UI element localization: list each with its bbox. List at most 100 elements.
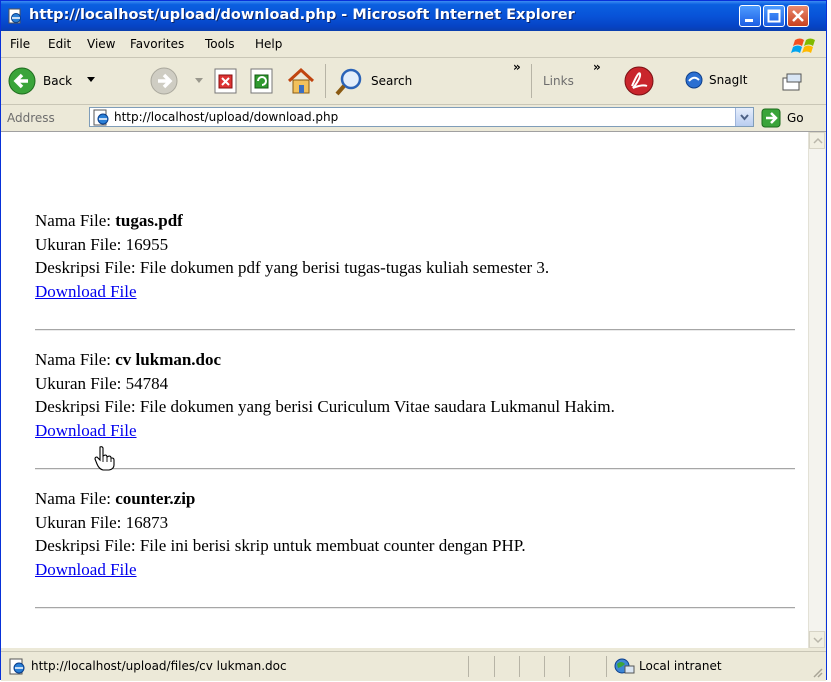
snagit-icon (685, 71, 703, 89)
menu-help[interactable]: Help (255, 37, 282, 51)
maximize-button[interactable] (763, 5, 785, 27)
file-size-line: Ukuran File: 16873 (35, 511, 526, 535)
file-name-line: Nama File: tugas.pdf (35, 209, 549, 233)
file-desc-line: Deskripsi File: File dokumen yang berisi… (35, 395, 615, 419)
address-bar: Address http://localhost/upload/download… (1, 105, 826, 132)
file-entry: Nama File: tugas.pdf Ukuran File: 16955 … (35, 209, 549, 303)
vertical-scrollbar[interactable] (808, 132, 825, 648)
status-divider (569, 656, 570, 677)
scroll-up-button[interactable] (809, 132, 825, 149)
download-link[interactable]: Download File (35, 421, 137, 440)
maximize-icon (767, 9, 781, 23)
menu-favorites[interactable]: Favorites (130, 37, 184, 51)
close-button[interactable] (787, 5, 809, 27)
resize-grip-icon[interactable] (811, 666, 823, 678)
divider (35, 468, 795, 470)
file-name: counter.zip (115, 489, 196, 508)
content-left-margin (1, 132, 19, 648)
file-name: cv lukman.doc (115, 350, 222, 369)
file-desc-label: Deskripsi File: (35, 397, 140, 416)
download-link[interactable]: Download File (35, 560, 137, 579)
menu-file[interactable]: File (10, 37, 30, 51)
file-size-label: Ukuran File: (35, 512, 126, 532)
chevron-down-icon (813, 637, 823, 644)
window-title: http://localhost/upload/download.php - M… (29, 7, 575, 23)
file-name-label: Nama File: (35, 489, 116, 508)
snagit-label: SnagIt (709, 73, 748, 87)
search-button[interactable]: Search (333, 64, 453, 98)
browser-window: http://localhost/upload/download.php - M… (0, 0, 827, 681)
file-size: 16873 (125, 512, 169, 532)
ie-page-icon (9, 658, 25, 675)
refresh-icon[interactable] (249, 67, 275, 95)
file-desc: File ini berisi skrip untuk membuat coun… (139, 536, 526, 555)
back-arrow-icon (8, 67, 36, 95)
standard-toolbar: Back Search » Links » SnagIt (1, 58, 826, 105)
status-text: http://localhost/upload/files/cv lukman.… (31, 659, 287, 673)
snagit-capture-icon[interactable] (781, 72, 803, 92)
divider (35, 607, 795, 609)
status-divider (468, 656, 469, 677)
acrobat-pdf-icon[interactable] (622, 64, 656, 98)
file-name-label: Nama File: (35, 211, 116, 230)
file-name-line: Nama File: cv lukman.doc (35, 348, 615, 372)
file-name-label: Nama File: (35, 350, 116, 369)
divider (35, 329, 795, 331)
status-divider (544, 656, 545, 677)
snagit-button[interactable]: SnagIt (685, 68, 785, 94)
address-label: Address (7, 111, 55, 125)
links-label[interactable]: Links (543, 74, 574, 88)
file-desc-label: Deskripsi File: (35, 536, 140, 555)
chevron-down-icon (740, 114, 749, 121)
file-desc-line: Deskripsi File: File ini berisi skrip un… (35, 534, 526, 558)
file-size: 54784 (125, 373, 169, 393)
file-size-label: Ukuran File: (35, 234, 126, 254)
file-entry: Nama File: cv lukman.doc Ukuran File: 54… (35, 348, 615, 442)
file-desc: File dokumen pdf yang berisi tugas-tugas… (139, 258, 550, 277)
go-button[interactable]: Go (761, 107, 821, 129)
file-entry: Nama File: counter.zip Ukuran File: 1687… (35, 487, 526, 581)
status-bar: http://localhost/upload/files/cv lukman.… (1, 651, 826, 681)
minimize-button[interactable] (739, 5, 761, 27)
ie-page-icon (93, 109, 109, 126)
address-input[interactable]: http://localhost/upload/download.php (89, 107, 754, 127)
zone-label: Local intranet (639, 659, 722, 673)
file-name: tugas.pdf (115, 211, 183, 230)
file-desc-label: Deskripsi File: (35, 258, 140, 277)
menu-bar: File Edit View Favorites Tools Help (1, 31, 826, 58)
back-label: Back (43, 74, 73, 88)
status-divider (494, 656, 495, 677)
status-divider (519, 656, 520, 677)
address-dropdown-button[interactable] (735, 108, 753, 126)
download-link[interactable]: Download File (35, 282, 137, 301)
local-intranet-icon (614, 658, 635, 674)
back-button[interactable]: Back (7, 64, 127, 98)
file-size-line: Ukuran File: 54784 (35, 372, 615, 396)
search-label: Search (371, 74, 413, 88)
stop-icon[interactable] (213, 67, 239, 95)
close-icon (792, 10, 804, 22)
toolbar-overflow-chevron-icon[interactable]: » (513, 60, 521, 74)
forward-chevron-down-icon[interactable] (195, 78, 203, 84)
file-size-line: Ukuran File: 16955 (35, 233, 549, 257)
go-arrow-icon (761, 108, 781, 128)
links-separator (531, 64, 532, 98)
file-name-line: Nama File: counter.zip (35, 487, 526, 511)
file-desc: File dokumen yang berisi Curiculum Vitae… (139, 397, 615, 416)
ie-page-icon (8, 8, 21, 24)
links-overflow-chevron-icon[interactable]: » (593, 60, 601, 74)
home-icon[interactable] (285, 65, 317, 97)
menu-tools[interactable]: Tools (205, 37, 235, 51)
go-label: Go (787, 111, 804, 125)
minimize-icon (745, 19, 753, 22)
title-bar: http://localhost/upload/download.php - M… (1, 1, 826, 31)
toolbar-separator (325, 64, 326, 98)
address-url: http://localhost/upload/download.php (114, 110, 339, 124)
search-icon (335, 68, 362, 96)
chevron-down-icon[interactable] (87, 77, 95, 83)
chevron-up-icon (813, 137, 823, 144)
scroll-down-button[interactable] (809, 631, 825, 648)
menu-view[interactable]: View (87, 37, 115, 51)
forward-arrow-icon[interactable] (149, 66, 179, 96)
menu-edit[interactable]: Edit (48, 37, 71, 51)
